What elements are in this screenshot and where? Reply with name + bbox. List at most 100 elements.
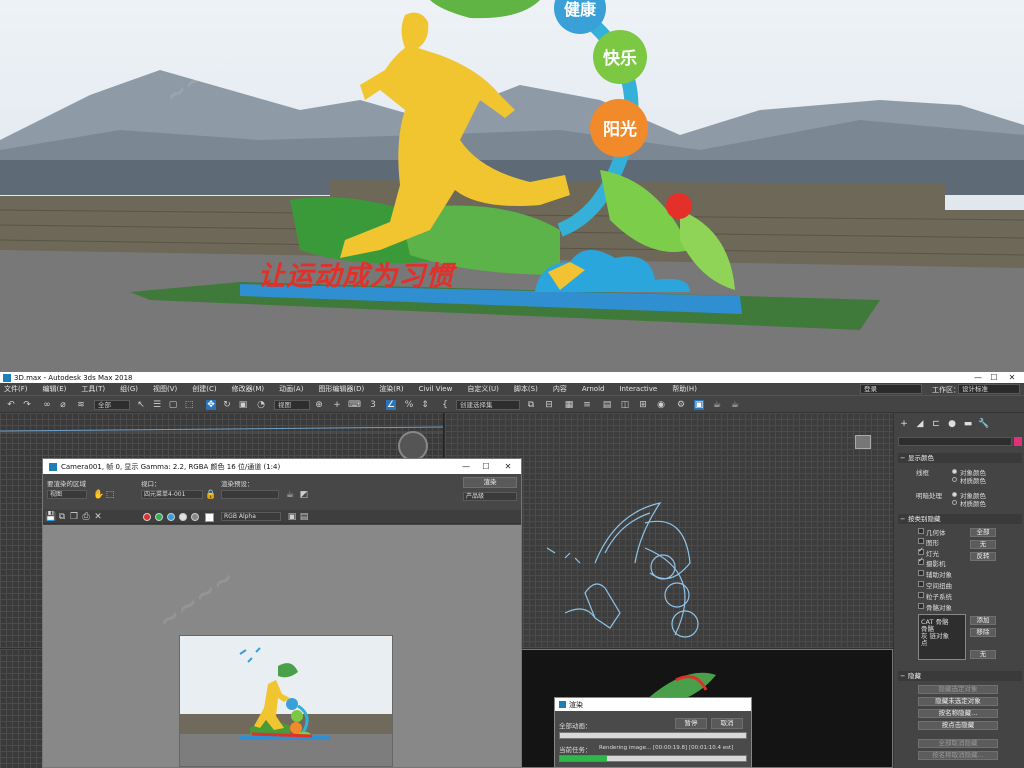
create-tab-icon[interactable]: + — [898, 418, 910, 430]
place-icon[interactable]: ◔ — [256, 400, 266, 410]
menu-edit[interactable]: 编辑(E) — [43, 384, 67, 394]
hide-selected-button[interactable]: 隐藏选定对象 — [918, 685, 998, 694]
invert-button[interactable]: 反转 — [970, 552, 996, 561]
swatch-icon[interactable] — [205, 513, 214, 522]
category-checkbox[interactable] — [918, 538, 924, 544]
menu-modifiers[interactable]: 修改器(M) — [232, 384, 265, 394]
spinner-snap-icon[interactable]: ⇕ — [420, 400, 430, 410]
viewport-dropdown[interactable]: 四元菜单4-001 — [141, 490, 203, 499]
hide-by-hit-button[interactable]: 按点击隐藏 — [918, 721, 998, 730]
menu-group[interactable]: 组(G) — [120, 384, 138, 394]
save-image-icon[interactable]: 💾 — [45, 512, 56, 522]
wireframe-object-color-radio[interactable] — [952, 469, 957, 474]
category-list[interactable]: CAT 骨骼 骨骼 灰 链对象 点 — [918, 614, 966, 660]
angle-snap-icon[interactable]: ∠ — [386, 400, 396, 410]
all-button[interactable]: 全部 — [970, 528, 996, 537]
object-color-swatch[interactable] — [1014, 437, 1022, 446]
menu-interactive[interactable]: Interactive — [619, 385, 657, 393]
menu-rendering[interactable]: 渲染(R) — [379, 384, 403, 394]
modify-tab-icon[interactable]: ◢ — [914, 418, 926, 430]
scale-icon[interactable]: ▣ — [238, 400, 248, 410]
link-icon[interactable]: ∞ — [42, 400, 52, 410]
unhide-by-name-button[interactable]: 按名称取消隐藏... — [918, 751, 998, 760]
menu-civil-view[interactable]: Civil View — [419, 385, 453, 393]
toggle-ui-overlay-icon[interactable]: ▣ — [287, 512, 297, 522]
selection-filter-dropdown[interactable]: 全部 — [94, 400, 130, 410]
menu-scripting[interactable]: 脚本(S) — [514, 384, 538, 394]
pause-button[interactable]: 暂停 — [675, 718, 707, 729]
rect-region-icon[interactable]: ▢ — [168, 400, 178, 410]
hide-unselected-button[interactable]: 隐藏未选定对象 — [918, 697, 998, 706]
close-button[interactable]: ✕ — [499, 460, 517, 473]
rotate-icon[interactable]: ↻ — [222, 400, 232, 410]
hide-by-name-button[interactable]: 按名称隐藏... — [918, 709, 998, 718]
category-checkbox[interactable] — [918, 603, 924, 609]
category-checkbox[interactable] — [918, 581, 924, 587]
menu-create[interactable]: 创建(C) — [192, 384, 216, 394]
area-to-render-dropdown[interactable]: 视图 — [47, 490, 87, 499]
pivot-icon[interactable]: ⊕ — [314, 400, 324, 410]
named-selection-set-dropdown[interactable]: 创建选择集 — [456, 400, 520, 410]
select-object-icon[interactable]: ↖ — [136, 400, 146, 410]
rollout-hide-by-category[interactable]: 按类别隐藏 — [898, 514, 1022, 524]
category-checkbox[interactable] — [918, 570, 924, 576]
close-button[interactable]: ✕ — [1004, 372, 1020, 383]
rollout-display-color[interactable]: 显示颜色 — [898, 453, 1022, 463]
select-by-name-icon[interactable]: ☰ — [152, 400, 162, 410]
copy-image-icon[interactable]: ⧉ — [57, 512, 67, 522]
maximize-button[interactable]: ☐ — [986, 372, 1002, 383]
motion-tab-icon[interactable]: ● — [946, 418, 958, 430]
percent-snap-icon[interactable]: % — [404, 400, 414, 410]
move-icon[interactable]: ✥ — [206, 400, 216, 410]
render-setup-icon[interactable]: ☕ — [285, 490, 295, 500]
schematic-view-icon[interactable]: ⊞ — [638, 400, 648, 410]
menu-help[interactable]: 帮助(H) — [672, 384, 697, 394]
red-channel-icon[interactable] — [143, 513, 151, 521]
render-window-titlebar[interactable]: Camera001, 帧 0, 显示 Gamma: 2.2, RGBA 颜色 1… — [43, 459, 521, 474]
lock-viewport-icon[interactable]: 🔒 — [205, 490, 216, 500]
wireframe-material-color-radio[interactable] — [952, 477, 957, 482]
render-button[interactable]: 渲染 — [463, 477, 517, 488]
menu-view[interactable]: 视图(V) — [153, 384, 177, 394]
channel-dropdown[interactable]: RGB Alpha — [221, 512, 281, 521]
reference-coord-dropdown[interactable]: 视图 — [274, 400, 310, 410]
render-dialog-titlebar[interactable]: 渲染 — [555, 698, 751, 711]
render-mode-dropdown[interactable]: 产品级 — [463, 492, 517, 501]
menu-customize[interactable]: 自定义(U) — [467, 384, 499, 394]
keyboard-shortcut-icon[interactable]: ⌨ — [348, 400, 361, 410]
toggle-ui-icon[interactable]: ▤ — [299, 512, 309, 522]
menu-graph-editors[interactable]: 图形编辑器(D) — [318, 384, 364, 394]
object-name-field[interactable] — [898, 437, 1012, 446]
clone-window-icon[interactable]: ❐ — [69, 512, 79, 522]
auto-region-icon[interactable]: ⬚ — [105, 490, 115, 500]
utilities-tab-icon[interactable]: 🔧 — [978, 418, 990, 430]
render-setup-icon[interactable]: ⚙ — [676, 400, 686, 410]
category-checkbox[interactable] — [918, 546, 924, 555]
render-iterative-icon[interactable]: ☕ — [730, 400, 740, 410]
green-channel-icon[interactable] — [155, 513, 163, 521]
menu-tools[interactable]: 工具(T) — [81, 384, 105, 394]
blue-channel-icon[interactable] — [167, 513, 175, 521]
menu-animation[interactable]: 动画(A) — [279, 384, 303, 394]
display-tab-icon[interactable]: ▬ — [962, 418, 974, 430]
cancel-button[interactable]: 取消 — [711, 718, 743, 729]
window-crossing-icon[interactable]: ⬚ — [184, 400, 194, 410]
alpha-channel-icon[interactable] — [179, 513, 187, 521]
list-item[interactable]: 点 — [921, 637, 928, 647]
add-button[interactable]: 添加 — [970, 616, 996, 625]
toggle-ribbon-icon[interactable]: ▤ — [602, 400, 612, 410]
redo-icon[interactable]: ↷ — [22, 400, 32, 410]
monochrome-icon[interactable] — [191, 513, 199, 521]
category-checkbox[interactable] — [918, 528, 924, 534]
minimize-button[interactable]: — — [970, 372, 986, 383]
unlink-icon[interactable]: ⌀ — [58, 400, 68, 410]
maximize-button[interactable]: ☐ — [477, 460, 495, 473]
rollout-hide[interactable]: 隐藏 — [898, 671, 1022, 681]
unhide-all-button[interactable]: 全部取消隐藏 — [918, 739, 998, 748]
menu-content[interactable]: 内容 — [553, 384, 567, 394]
snaps-toggle-icon[interactable]: 3 — [368, 400, 378, 410]
bind-spacewarp-icon[interactable]: ≋ — [76, 400, 86, 410]
layer-explorer-icon[interactable]: ≡ — [582, 400, 592, 410]
rendered-frame-window[interactable]: Camera001, 帧 0, 显示 Gamma: 2.2, RGBA 颜色 1… — [42, 458, 522, 768]
undo-icon[interactable]: ↶ — [6, 400, 16, 410]
